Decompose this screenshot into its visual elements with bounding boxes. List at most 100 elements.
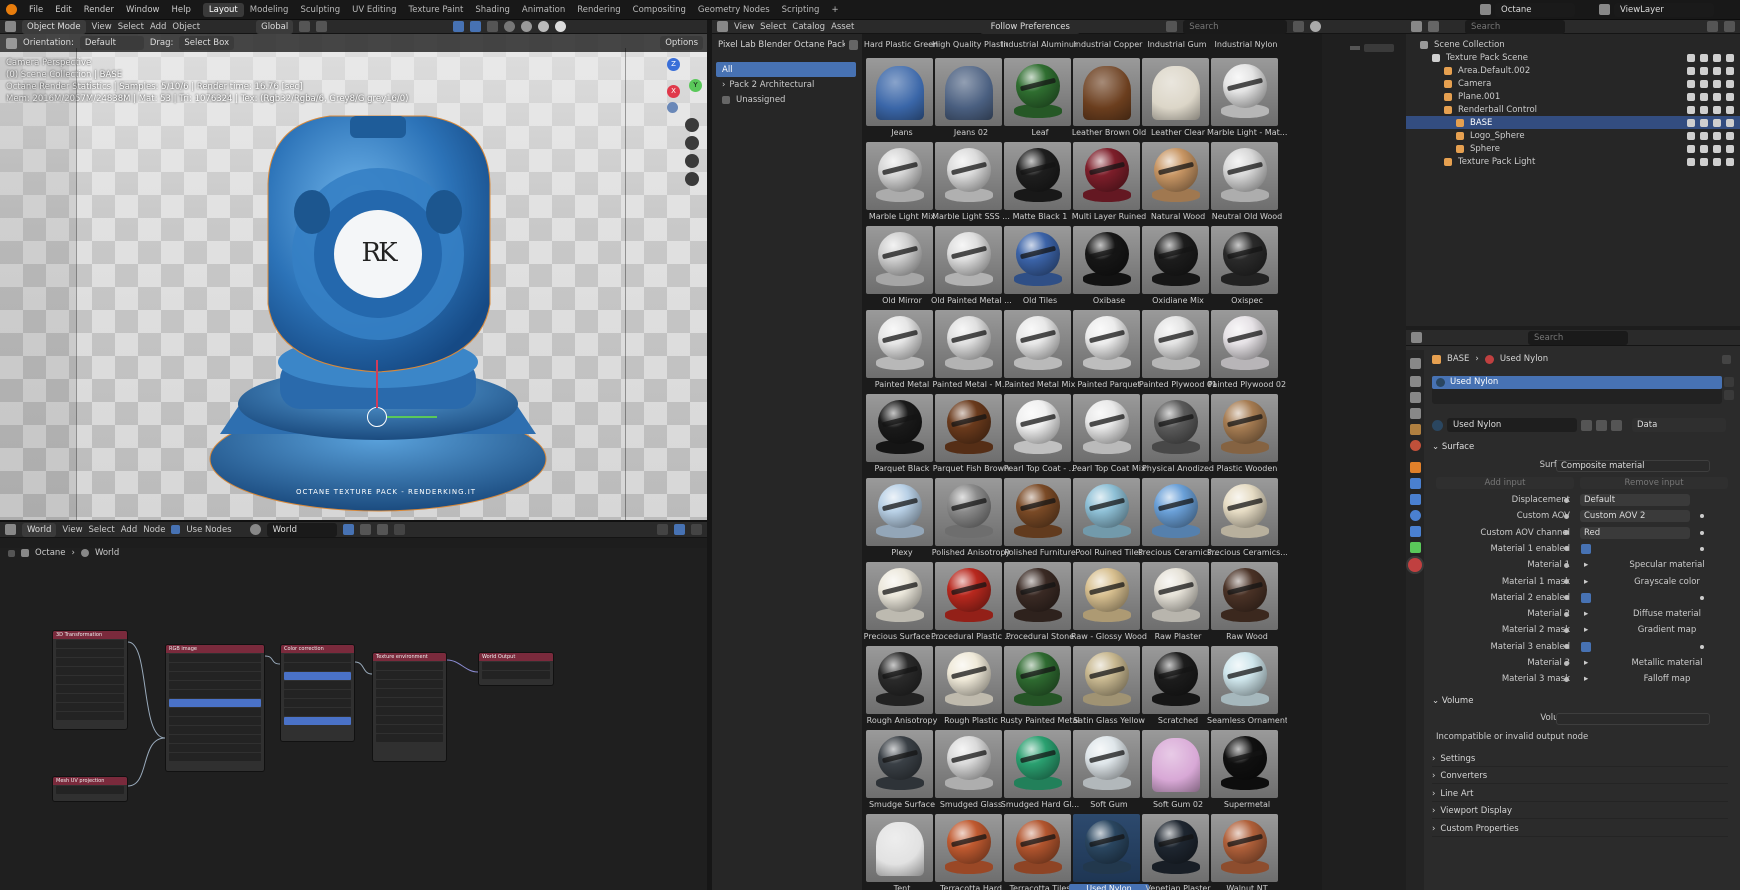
xray-toggle-icon[interactable] <box>487 21 499 32</box>
outliner-item[interactable]: Scene Collection <box>1406 38 1740 51</box>
material-tab-icon[interactable] <box>1408 558 1422 572</box>
filter-icon[interactable] <box>1293 21 1305 32</box>
tool-tab-icon[interactable] <box>1410 358 1421 369</box>
asset-tile[interactable]: Leather Clear <box>1138 52 1210 137</box>
editor-type-icon[interactable] <box>5 21 16 32</box>
workspace-tab-animation[interactable]: Animation <box>516 3 571 17</box>
node-rgb-image[interactable]: RGB image <box>165 644 265 772</box>
asset-tile[interactable]: Old Tiles <box>1000 220 1072 305</box>
asset-tile[interactable]: Oxidiane Mix <box>1138 220 1210 305</box>
render-tab-icon[interactable] <box>1410 376 1421 387</box>
camera-render-icon[interactable] <box>1726 92 1734 101</box>
physics-tab-icon[interactable] <box>1410 510 1421 521</box>
menu-window[interactable]: Window <box>120 5 166 15</box>
unlink-icon[interactable] <box>376 524 388 535</box>
view-layer-field[interactable]: ViewLayer <box>1614 2 1714 17</box>
3d-viewport[interactable]: Orientation: Default Drag: Select Box Op… <box>0 34 707 520</box>
surface-panel-header[interactable]: ⌄ Surface <box>1432 442 1474 452</box>
add-workspace-button[interactable]: + <box>825 3 844 17</box>
lock-icon[interactable] <box>685 172 699 186</box>
node-editor-type-icon[interactable] <box>5 524 16 535</box>
material-slot[interactable]: Used Nylon <box>1432 376 1722 389</box>
workspace-tab-texture-paint[interactable]: Texture Paint <box>403 3 470 17</box>
asset-tile[interactable]: Plastic Wooden <box>1207 388 1279 473</box>
socket-dot-icon[interactable] <box>1564 611 1569 617</box>
menu-file[interactable]: File <box>23 5 49 15</box>
snap-icon[interactable] <box>299 21 311 32</box>
viewport-icon[interactable] <box>1713 131 1721 140</box>
socket-dot-icon[interactable] <box>1564 627 1569 633</box>
slot-remove-icon[interactable] <box>1724 390 1734 400</box>
nav-gizmo-z[interactable]: Z <box>667 58 680 71</box>
asset-tile[interactable]: Marble Light Mix <box>862 136 935 221</box>
asset-tile[interactable]: Smudged Hard Gl... <box>1000 724 1079 809</box>
view-layer-tab-icon[interactable] <box>1410 408 1421 419</box>
outliner-item[interactable]: Renderball Control <box>1406 103 1740 116</box>
outliner-type-icon[interactable] <box>1411 21 1422 32</box>
asset-tile[interactable]: Venetian Plaster <box>1138 808 1211 890</box>
gizmo-x-arrow[interactable] <box>387 416 437 418</box>
asset-tile[interactable]: Plexy <box>862 472 934 557</box>
camera-render-icon[interactable] <box>1726 144 1734 153</box>
refresh-icon[interactable] <box>848 40 858 50</box>
outliner-item[interactable]: Camera <box>1406 77 1740 90</box>
select-arrow-icon[interactable] <box>1687 92 1695 101</box>
asset-tile[interactable]: Supermetal <box>1207 724 1279 809</box>
view-icons[interactable] <box>1364 44 1394 52</box>
asset-tile[interactable]: Precious Surface ... <box>862 556 940 641</box>
asset-menu-asset[interactable]: Asset <box>831 22 854 32</box>
asset-tile[interactable]: Painted Metal Mix <box>1000 304 1075 389</box>
shading-solid-icon[interactable] <box>521 21 533 32</box>
volume-panel-header[interactable]: ⌄ Volume <box>1432 696 1473 706</box>
top-asset-label[interactable]: Industrial Aluminum <box>1001 40 1077 49</box>
panel-custom-properties[interactable]: › Custom Properties <box>1432 822 1728 837</box>
top-asset-label[interactable]: Industrial Gum <box>1139 40 1215 49</box>
linked-node-label[interactable]: Falloff map <box>1612 674 1722 684</box>
camera-render-icon[interactable] <box>1726 105 1734 114</box>
top-asset-label[interactable]: Industrial Nylon <box>1208 40 1284 49</box>
camera-render-icon[interactable] <box>1726 66 1734 75</box>
eye-icon[interactable] <box>1700 105 1708 114</box>
workspace-tab-scripting[interactable]: Scripting <box>776 3 826 17</box>
chevron-right-icon[interactable]: › <box>1432 754 1435 764</box>
property-dropdown[interactable]: Red <box>1580 526 1690 539</box>
library-dropdown[interactable]: Follow Preferences <box>980 19 1081 34</box>
pan-hand-icon[interactable] <box>685 136 699 150</box>
eye-icon[interactable] <box>1700 79 1708 88</box>
asset-tile[interactable]: Natural Wood <box>1138 136 1210 221</box>
new-world-icon[interactable] <box>359 524 371 535</box>
outliner-item[interactable]: BASE <box>1406 116 1740 129</box>
socket-dot-icon[interactable] <box>1564 676 1569 682</box>
eye-icon[interactable] <box>1700 157 1708 166</box>
overlay-toggle-icon[interactable] <box>470 21 482 32</box>
property-checkbox[interactable] <box>1581 543 1591 554</box>
asset-tile[interactable]: Physical Anodized <box>1138 388 1214 473</box>
workspace-tab-uv-editing[interactable]: UV Editing <box>346 3 402 17</box>
asset-tile[interactable]: Soft Gum <box>1069 724 1141 809</box>
chevron-right-icon[interactable]: › <box>1432 806 1435 816</box>
settings-gear-icon[interactable] <box>1310 21 1322 32</box>
camera-render-icon[interactable] <box>1726 118 1734 127</box>
menu-edit[interactable]: Edit <box>49 5 77 15</box>
asset-editor-type-icon[interactable] <box>717 21 728 32</box>
asset-tile[interactable]: Painted Parquet <box>1069 304 1141 389</box>
select-arrow-icon[interactable] <box>1687 66 1695 75</box>
panel-converters[interactable]: › Converters <box>1432 769 1728 785</box>
node-menu-node[interactable]: Node <box>143 525 165 535</box>
viewport-icon[interactable] <box>1713 144 1721 153</box>
viewport-icon[interactable] <box>1713 66 1721 75</box>
viewport-icon[interactable] <box>1713 105 1721 114</box>
link-dropdown[interactable]: Data <box>1632 418 1726 432</box>
select-arrow-icon[interactable] <box>1687 53 1695 62</box>
keyframe-dot-icon[interactable] <box>1700 595 1704 600</box>
expand-arrow-icon[interactable]: ▸ <box>1584 577 1588 587</box>
property-dropdown[interactable]: Custom AOV 2 <box>1580 510 1690 523</box>
asset-tile[interactable]: Old Painted Metal ... <box>931 220 1011 305</box>
nav-arrow-icon[interactable] <box>1350 46 1360 50</box>
workspace-tab-layout[interactable]: Layout <box>202 2 244 17</box>
catalog-unassigned[interactable]: Unassigned <box>716 92 856 107</box>
select-arrow-icon[interactable] <box>1687 118 1695 127</box>
camera-render-icon[interactable] <box>1726 79 1734 88</box>
asset-tile[interactable]: Raw Wood <box>1207 556 1279 641</box>
display-mode-dropdown-icon[interactable] <box>1428 21 1439 32</box>
